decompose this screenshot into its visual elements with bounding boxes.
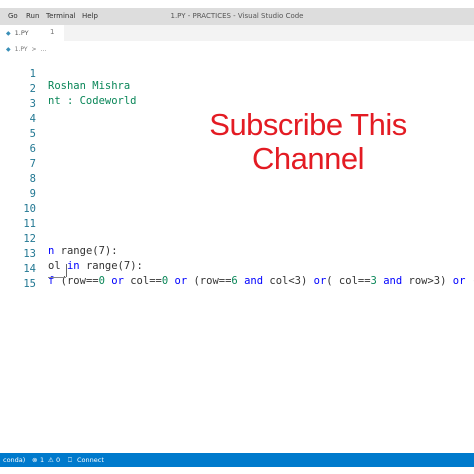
title-bar: Go Run Terminal Help 1.PY - PRACTICES - … xyxy=(0,8,474,25)
tab-dirty-indicator[interactable]: 1 xyxy=(50,28,54,36)
breadcrumb-more[interactable]: ... xyxy=(41,46,47,53)
python-file-icon: ◆ xyxy=(6,45,11,53)
python-file-icon: ◆ xyxy=(6,29,11,37)
text-cursor xyxy=(66,264,67,277)
overlay-line-2: Channel xyxy=(252,141,364,176)
code-line: 3 xyxy=(0,86,474,110)
subscribe-overlay: Subscribe This Channel xyxy=(168,108,448,176)
code-line: 9 xyxy=(0,176,474,200)
status-error-count[interactable]: 1 xyxy=(40,456,44,464)
warning-icon[interactable]: ⚠ xyxy=(48,456,54,464)
code-line: 10 xyxy=(0,191,474,215)
code-line: 14 f (row==0 or col==0 or (row==6 and co… xyxy=(0,251,474,287)
code-line: 11 xyxy=(0,206,474,230)
status-connect[interactable]: Connect xyxy=(77,456,104,464)
code-line: 1 Roshan Mishra xyxy=(0,56,474,92)
status-python-env[interactable]: conda) xyxy=(3,456,25,464)
breadcrumb-separator: > xyxy=(31,45,37,53)
code-line: 13 ol in range(7): xyxy=(0,236,474,272)
tab-1py[interactable]: ◆ 1.PY 1 xyxy=(0,25,64,41)
error-icon[interactable]: ⊗ xyxy=(32,456,37,464)
code-line: 2 nt : Codeworld xyxy=(0,71,474,107)
current-line-indicator xyxy=(48,276,66,278)
status-bar: conda) ⊗ 1 ⚠ 0 ⎕ Connect xyxy=(0,453,474,467)
line-number: 15 xyxy=(23,278,36,290)
window-title: 1.PY - PRACTICES - Visual Studio Code xyxy=(170,12,304,20)
overlay-line-1: Subscribe This xyxy=(209,107,407,142)
tab-label: 1.PY xyxy=(14,29,29,37)
tab-bar: ◆ 1.PY 1 xyxy=(0,25,474,41)
breadcrumb-file[interactable]: 1.PY xyxy=(15,46,28,53)
connect-icon[interactable]: ⎕ xyxy=(68,456,72,465)
breadcrumb: ◆ 1.PY > ... xyxy=(6,44,46,54)
code-line: 15 xyxy=(0,266,474,290)
code-line: 12 n range(7): xyxy=(0,221,474,257)
status-warning-count[interactable]: 0 xyxy=(56,456,60,464)
